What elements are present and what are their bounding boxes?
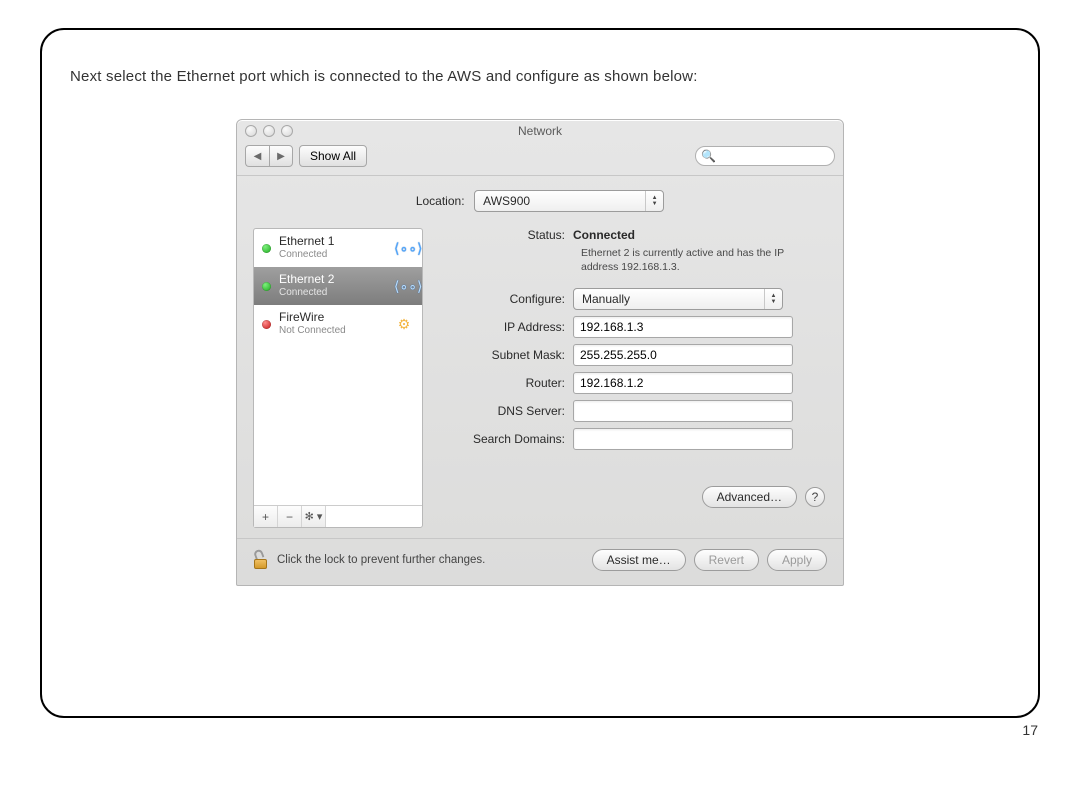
forward-button[interactable]: ▶ xyxy=(269,145,293,167)
gear-menu-button[interactable]: ✻ ▾ xyxy=(302,506,326,527)
status-description: Ethernet 2 is currently active and has t… xyxy=(581,246,811,274)
iface-sub: Connected xyxy=(279,286,386,299)
nav-segment: ◀ ▶ xyxy=(245,145,293,167)
iface-text: FireWire Not Connected xyxy=(279,311,386,337)
lock-text: Click the lock to prevent further change… xyxy=(277,554,485,566)
sidebar-item-ethernet-2[interactable]: Ethernet 2 Connected ⟨∘∘⟩ xyxy=(254,267,422,305)
status-label: Status: xyxy=(433,228,573,242)
sidebar-item-ethernet-1[interactable]: Ethernet 1 Connected ⟨∘∘⟩ xyxy=(254,229,422,267)
status-row: Status: Connected xyxy=(433,228,827,242)
status-dot-icon xyxy=(262,320,271,329)
interface-sidebar: Ethernet 1 Connected ⟨∘∘⟩ Ethernet 2 Con… xyxy=(253,228,423,528)
search-field-wrap: 🔍 xyxy=(695,146,835,166)
close-icon[interactable] xyxy=(245,125,257,137)
footer-buttons: Assist me… Revert Apply xyxy=(592,549,827,571)
router-row: Router: xyxy=(433,372,827,394)
split-pane: Ethernet 1 Connected ⟨∘∘⟩ Ethernet 2 Con… xyxy=(253,228,827,528)
iface-sub: Not Connected xyxy=(279,324,386,337)
lock-body xyxy=(254,559,267,569)
ethernet-icon: ⟨∘∘⟩ xyxy=(394,240,414,257)
ip-label: IP Address: xyxy=(433,320,573,334)
zoom-icon[interactable] xyxy=(281,125,293,137)
content: Location: AWS900 ▲▼ Ethernet 1 Connected xyxy=(237,176,843,538)
location-popup[interactable]: AWS900 ▲▼ xyxy=(474,190,664,212)
apply-button[interactable]: Apply xyxy=(767,549,827,571)
location-label: Location: xyxy=(416,194,465,208)
instruction-text: Next select the Ethernet port which is c… xyxy=(70,68,1010,85)
configure-label: Configure: xyxy=(433,292,573,306)
configure-value: Manually xyxy=(574,292,764,306)
dns-label: DNS Server: xyxy=(433,404,573,418)
iface-name: Ethernet 2 xyxy=(279,273,386,286)
sidebar-item-firewire[interactable]: FireWire Not Connected ⚙ xyxy=(254,305,422,343)
dns-row: DNS Server: xyxy=(433,400,827,422)
ethernet-icon: ⟨∘∘⟩ xyxy=(394,278,414,295)
location-row: Location: AWS900 ▲▼ xyxy=(253,190,827,212)
subnet-label: Subnet Mask: xyxy=(433,348,573,362)
window-titlebar: Network xyxy=(237,120,843,141)
page-frame: Next select the Ethernet port which is c… xyxy=(40,28,1040,718)
dns-server-input[interactable] xyxy=(573,400,793,422)
window-title: Network xyxy=(518,124,562,138)
search-domains-input[interactable] xyxy=(573,428,793,450)
network-window: Network ◀ ▶ Show All 🔍 Location: AWS900 … xyxy=(236,119,844,586)
router-label: Router: xyxy=(433,376,573,390)
configure-row: Configure: Manually ▲▼ xyxy=(433,288,827,310)
search-input[interactable] xyxy=(695,146,835,166)
page-number: 17 xyxy=(1022,722,1038,738)
location-value: AWS900 xyxy=(475,194,645,208)
back-button[interactable]: ◀ xyxy=(245,145,269,167)
remove-interface-button[interactable]: − xyxy=(278,506,302,527)
subnet-row: Subnet Mask: xyxy=(433,344,827,366)
iface-sub: Connected xyxy=(279,248,386,261)
interface-list: Ethernet 1 Connected ⟨∘∘⟩ Ethernet 2 Con… xyxy=(254,229,422,505)
add-interface-button[interactable]: + xyxy=(254,506,278,527)
status-dot-icon xyxy=(262,282,271,291)
assist-me-button[interactable]: Assist me… xyxy=(592,549,686,571)
search-domains-row: Search Domains: xyxy=(433,428,827,450)
search-icon: 🔍 xyxy=(701,149,716,163)
revert-button[interactable]: Revert xyxy=(694,549,759,571)
traffic-lights xyxy=(245,125,293,137)
help-button[interactable]: ? xyxy=(805,487,825,507)
ip-address-input[interactable] xyxy=(573,316,793,338)
iface-name: FireWire xyxy=(279,311,386,324)
lock-icon[interactable] xyxy=(253,551,269,569)
subnet-mask-input[interactable] xyxy=(573,344,793,366)
sidebar-footer: + − ✻ ▾ xyxy=(254,505,422,527)
status-value: Connected xyxy=(573,228,635,242)
chevron-updown-icon: ▲▼ xyxy=(645,191,663,211)
advanced-button[interactable]: Advanced… xyxy=(702,486,797,508)
details-pane: Status: Connected Ethernet 2 is currentl… xyxy=(433,228,827,528)
minimize-icon[interactable] xyxy=(263,125,275,137)
iface-text: Ethernet 1 Connected xyxy=(279,235,386,261)
show-all-button[interactable]: Show All xyxy=(299,145,367,167)
advanced-row: Advanced… ? xyxy=(433,486,827,508)
iface-text: Ethernet 2 Connected xyxy=(279,273,386,299)
status-dot-icon xyxy=(262,244,271,253)
firewire-icon: ⚙ xyxy=(394,316,414,333)
ip-row: IP Address: xyxy=(433,316,827,338)
window-footer: Click the lock to prevent further change… xyxy=(237,538,843,585)
router-input[interactable] xyxy=(573,372,793,394)
configure-popup[interactable]: Manually ▲▼ xyxy=(573,288,783,310)
iface-name: Ethernet 1 xyxy=(279,235,386,248)
chevron-updown-icon: ▲▼ xyxy=(764,289,782,309)
search-domains-label: Search Domains: xyxy=(433,432,573,446)
toolbar: ◀ ▶ Show All 🔍 xyxy=(237,141,843,176)
